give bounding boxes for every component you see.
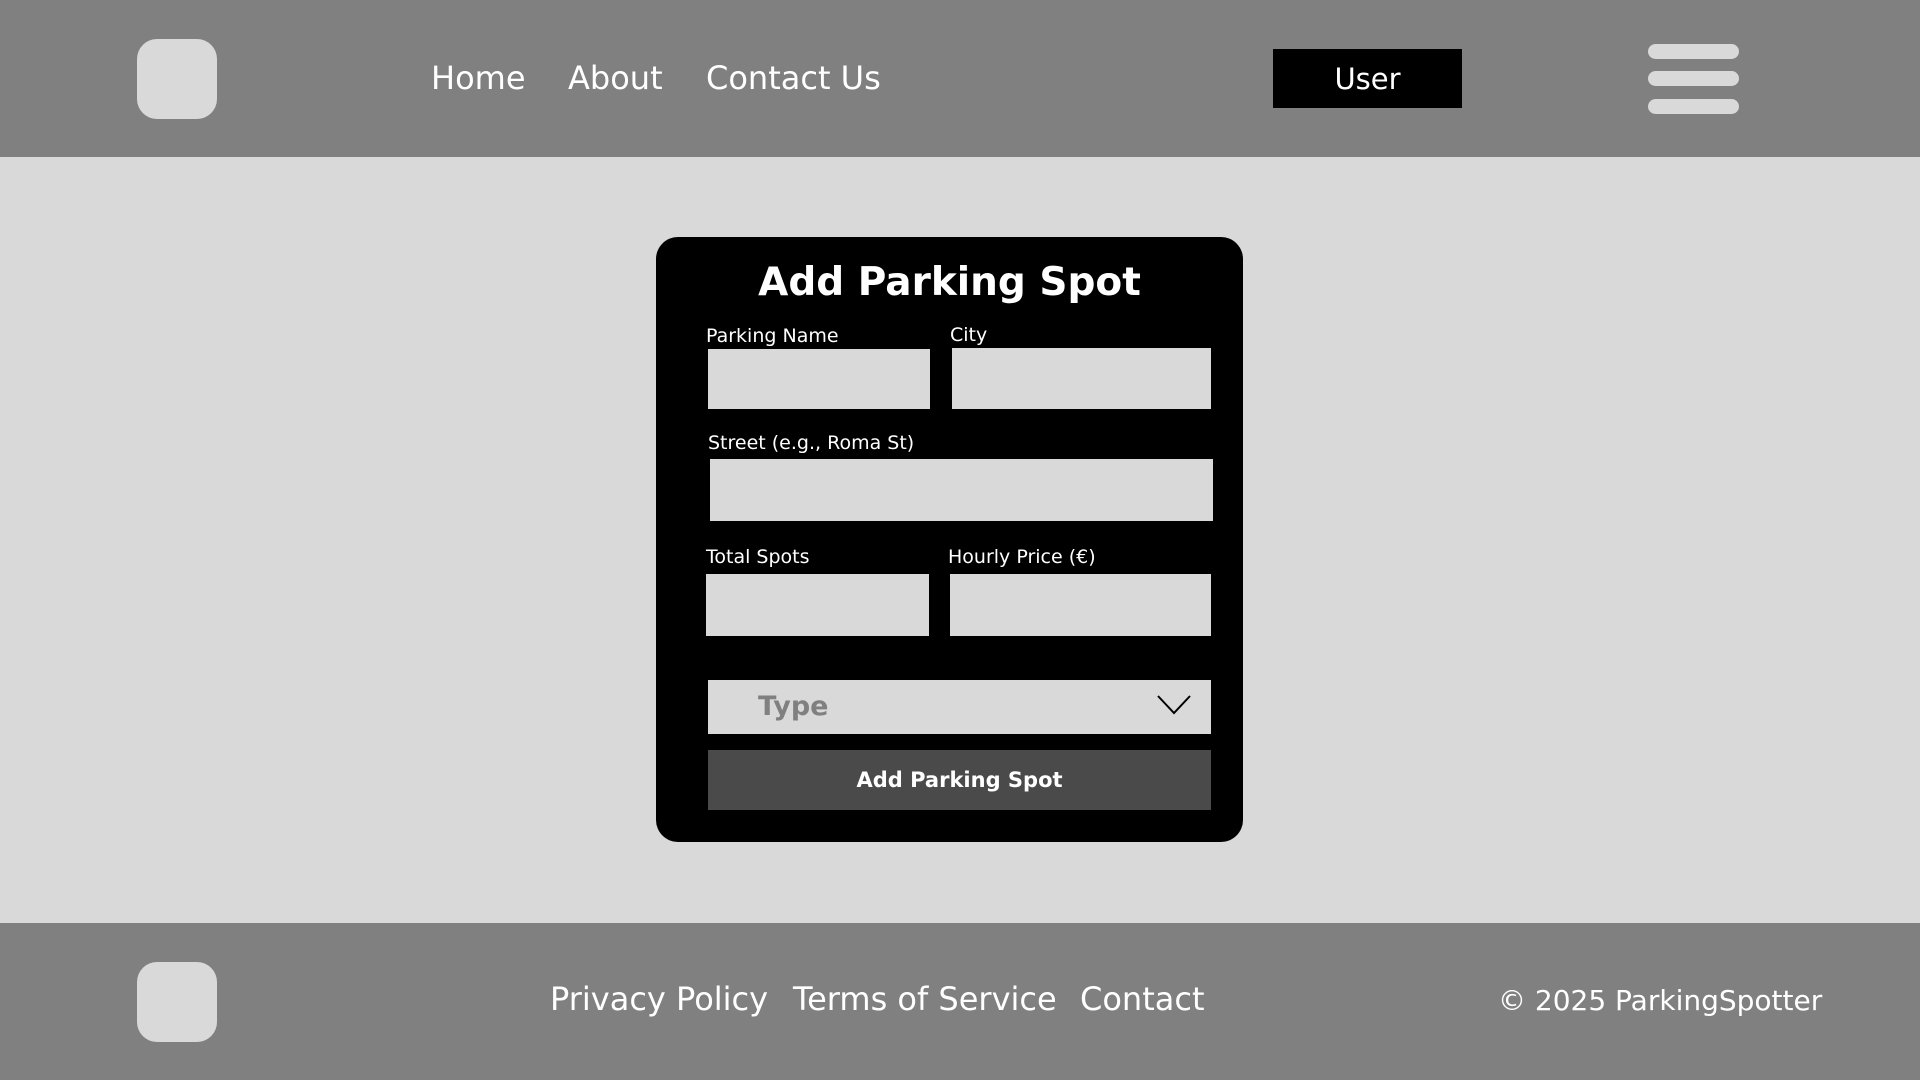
user-button[interactable]: User — [1273, 49, 1462, 108]
menu-bar — [1648, 99, 1739, 114]
menu-bar — [1648, 44, 1739, 59]
hourly-price-input[interactable] — [950, 574, 1211, 636]
add-parking-spot-button[interactable]: Add Parking Spot — [708, 750, 1211, 810]
logo-icon[interactable] — [137, 962, 217, 1042]
terms-of-service-link[interactable]: Terms of Service — [793, 979, 1057, 1019]
site-header: Home About Contact Us User — [0, 0, 1920, 157]
parking-name-input[interactable] — [708, 349, 930, 409]
form-title: Add Parking Spot — [758, 260, 1141, 305]
street-label: Street (e.g., Roma St) — [708, 432, 915, 454]
chevron-down-icon — [1157, 695, 1191, 715]
city-input[interactable] — [952, 348, 1211, 409]
hourly-price-label: Hourly Price (€) — [948, 546, 1096, 568]
nav-home-link[interactable]: Home — [431, 58, 526, 98]
total-spots-label: Total Spots — [706, 546, 810, 568]
type-select[interactable]: Type — [708, 680, 1211, 734]
nav-contact-us-link[interactable]: Contact Us — [706, 58, 881, 98]
total-spots-input[interactable] — [706, 574, 929, 636]
logo-icon[interactable] — [137, 39, 217, 119]
site-footer: Privacy Policy Terms of Service Contact … — [0, 923, 1920, 1080]
hamburger-menu-icon[interactable] — [1648, 44, 1739, 114]
city-label: City — [950, 324, 988, 346]
copyright-text: © 2025 ParkingSpotter — [1498, 984, 1823, 1017]
parking-name-label: Parking Name — [706, 325, 839, 347]
menu-bar — [1648, 71, 1739, 86]
nav-about-link[interactable]: About — [568, 58, 663, 98]
privacy-policy-link[interactable]: Privacy Policy — [550, 979, 768, 1019]
street-input[interactable] — [710, 459, 1213, 521]
add-parking-spot-form: Add Parking Spot Parking Name City Stree… — [656, 237, 1243, 842]
contact-link[interactable]: Contact — [1080, 979, 1205, 1019]
type-select-placeholder: Type — [758, 691, 829, 722]
